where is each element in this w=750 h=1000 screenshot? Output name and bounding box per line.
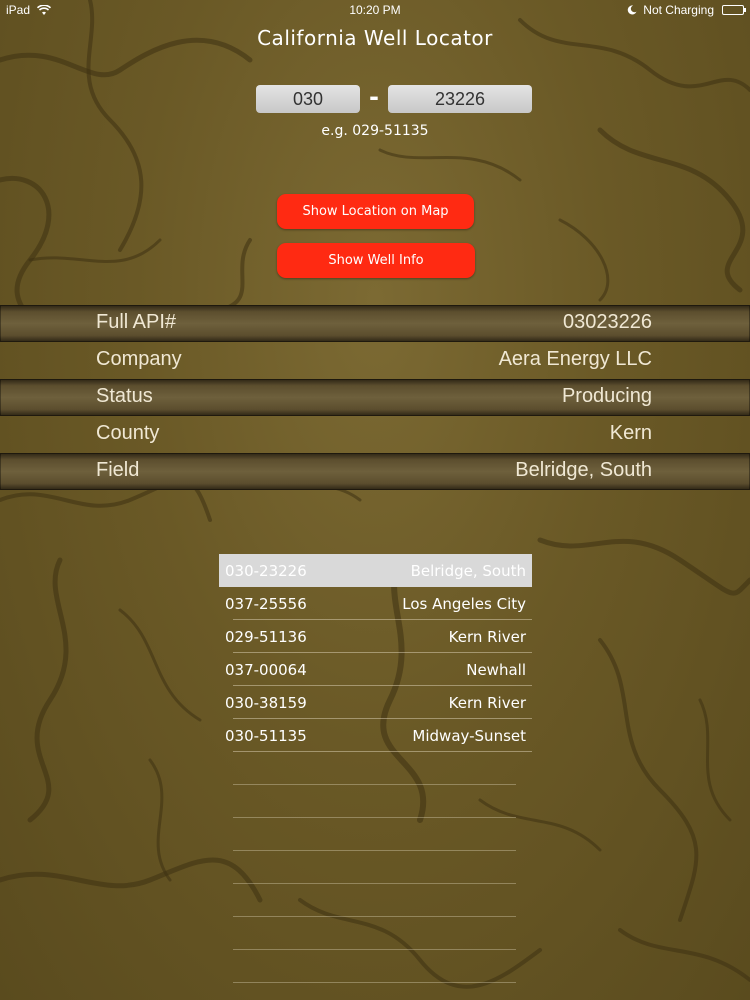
list-item[interactable]: 030-51135 Midway-Sunset [219, 719, 532, 752]
list-item[interactable]: 029-51136 Kern River [219, 620, 532, 653]
info-label: Full API# [96, 311, 177, 333]
battery-icon [722, 5, 746, 15]
well-number-input[interactable]: 23226 [388, 85, 532, 113]
empty-list-row [219, 950, 532, 983]
list-item-selected[interactable]: 030-23226 Belridge, South [219, 554, 532, 587]
info-row-full-api: Full API# 03023226 [0, 305, 750, 342]
recent-wells-list[interactable]: 030-23226 Belridge, South 037-25556 Los … [219, 554, 532, 983]
info-label: Field [96, 459, 140, 481]
list-item-field: Belridge, South [410, 562, 526, 580]
info-label: County [96, 422, 160, 444]
list-item-field: Newhall [466, 661, 526, 679]
list-item[interactable]: 037-00064 Newhall [219, 653, 532, 686]
info-row-company: Company Aera Energy LLC [0, 342, 750, 379]
list-item-field: Los Angeles City [402, 595, 526, 613]
info-label: Company [96, 348, 182, 370]
list-item-api: 037-00064 [225, 661, 307, 679]
show-location-on-map-button[interactable]: Show Location on Map [277, 194, 474, 229]
list-item-field: Midway-Sunset [412, 727, 526, 745]
empty-list-row [219, 884, 532, 917]
show-well-info-button[interactable]: Show Well Info [277, 243, 475, 278]
info-label: Status [96, 385, 153, 407]
info-row-field: Field Belridge, South [0, 453, 750, 490]
well-info-table: Full API# 03023226 Company Aera Energy L… [0, 305, 750, 490]
empty-list-row [219, 752, 532, 785]
do-not-disturb-moon-icon [627, 5, 637, 15]
list-item-api: 030-38159 [225, 694, 307, 712]
empty-list-row [219, 851, 532, 884]
api-separator: - [369, 83, 379, 111]
empty-list-row [219, 917, 532, 950]
empty-list-row [219, 818, 532, 851]
county-code-input[interactable]: 030 [256, 85, 360, 113]
page-title: California Well Locator [257, 26, 493, 50]
list-item-api: 030-23226 [225, 562, 307, 580]
api-example-hint: e.g. 029-51135 [321, 123, 429, 139]
info-row-status: Status Producing [0, 379, 750, 416]
info-value: Aera Energy LLC [498, 348, 652, 370]
list-item-field: Kern River [448, 694, 526, 712]
list-item[interactable]: 037-25556 Los Angeles City [219, 587, 532, 620]
info-row-county: County Kern [0, 416, 750, 453]
list-item-api: 029-51136 [225, 628, 307, 646]
empty-list-row [219, 785, 532, 818]
list-item-api: 037-25556 [225, 595, 307, 613]
charging-label: Not Charging [643, 3, 714, 17]
info-value: 03023226 [563, 311, 652, 333]
info-value: Kern [609, 422, 652, 444]
status-charging: Not Charging [627, 3, 714, 17]
list-item-field: Kern River [448, 628, 526, 646]
info-value: Belridge, South [515, 459, 652, 481]
info-value: Producing [561, 385, 652, 407]
status-bar: iPad 10:20 PM Not Charging [0, 0, 750, 22]
list-item[interactable]: 030-38159 Kern River [219, 686, 532, 719]
list-item-api: 030-51135 [225, 727, 307, 745]
